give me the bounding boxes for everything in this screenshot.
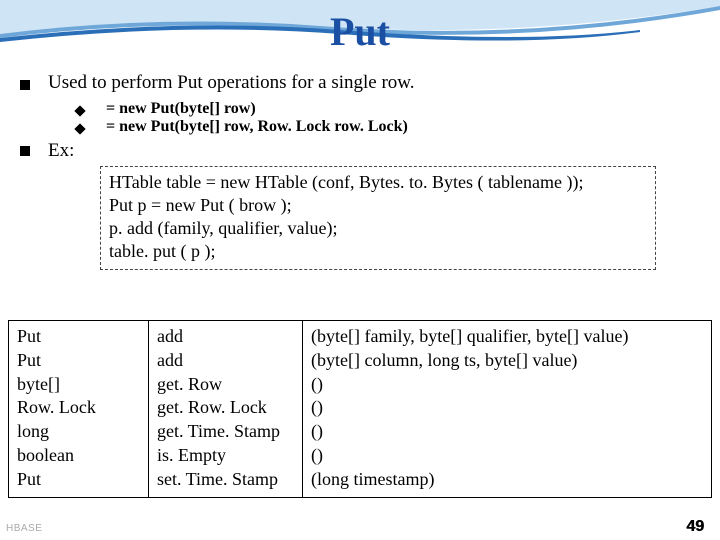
code-example-box: HTable table = new HTable (conf, Bytes. … xyxy=(100,166,656,270)
diamond-icon xyxy=(74,105,85,116)
page-number: 49 xyxy=(686,518,704,536)
table-cell: get. Row xyxy=(157,373,294,397)
table-cell: byte[] xyxy=(17,373,140,397)
table-cell: () xyxy=(311,444,703,468)
code-line: table. put ( p ); xyxy=(109,240,647,263)
bullet-main-2-text: Ex: xyxy=(48,140,74,162)
content-area: Used to perform Put operations for a sin… xyxy=(20,72,700,270)
code-line: Put p = new Put ( brow ); xyxy=(109,194,647,217)
table-cell: add xyxy=(157,349,294,373)
sub-bullet-2: = new Put(byte[] row, Row. Lock row. Loc… xyxy=(76,118,700,136)
table-cell: is. Empty xyxy=(157,444,294,468)
table-cell: long xyxy=(17,420,140,444)
code-line: HTable table = new HTable (conf, Bytes. … xyxy=(109,171,647,194)
bullet-main-1: Used to perform Put operations for a sin… xyxy=(20,72,700,94)
code-line: p. add (family, qualifier, value); xyxy=(109,217,647,240)
table-cell: boolean xyxy=(17,444,140,468)
slide: Put Used to perform Put operations for a… xyxy=(0,0,720,540)
table-cell: () xyxy=(311,373,703,397)
bullet-main-1-text: Used to perform Put operations for a sin… xyxy=(48,72,415,94)
table-cell: Put xyxy=(17,468,140,492)
table-cell: () xyxy=(311,420,703,444)
bullet-dot-icon xyxy=(20,80,30,90)
slide-title: Put xyxy=(0,8,720,55)
bullet-main-2: Ex: xyxy=(20,140,700,162)
sub-bullet-1: = new Put(byte[] row) xyxy=(76,100,700,118)
sub-bullets: = new Put(byte[] row) = new Put(byte[] r… xyxy=(76,100,700,136)
table-cell: () xyxy=(311,396,703,420)
table-col-params: (byte[] family, byte[] qualifier, byte[]… xyxy=(303,321,711,497)
sub-bullet-1-text: = new Put(byte[] row) xyxy=(106,100,256,118)
table-cell: set. Time. Stamp xyxy=(157,468,294,492)
table-cell: get. Row. Lock xyxy=(157,396,294,420)
table-cell: Put xyxy=(17,349,140,373)
table-cell: add xyxy=(157,325,294,349)
table-col-method: add add get. Row get. Row. Lock get. Tim… xyxy=(149,321,303,497)
table-col-return-type: Put Put byte[] Row. Lock long boolean Pu… xyxy=(9,321,149,497)
footer-logo: HBASE xyxy=(6,523,42,534)
bullet-dot-icon xyxy=(20,146,30,156)
table-cell: Put xyxy=(17,325,140,349)
diamond-icon xyxy=(74,123,85,134)
sub-bullet-2-text: = new Put(byte[] row, Row. Lock row. Loc… xyxy=(106,118,408,136)
table-cell: (byte[] column, long ts, byte[] value) xyxy=(311,349,703,373)
table-cell: Row. Lock xyxy=(17,396,140,420)
table-cell: get. Time. Stamp xyxy=(157,420,294,444)
table-cell: (byte[] family, byte[] qualifier, byte[]… xyxy=(311,325,703,349)
table-cell: (long timestamp) xyxy=(311,468,703,492)
api-table: Put Put byte[] Row. Lock long boolean Pu… xyxy=(8,320,712,498)
